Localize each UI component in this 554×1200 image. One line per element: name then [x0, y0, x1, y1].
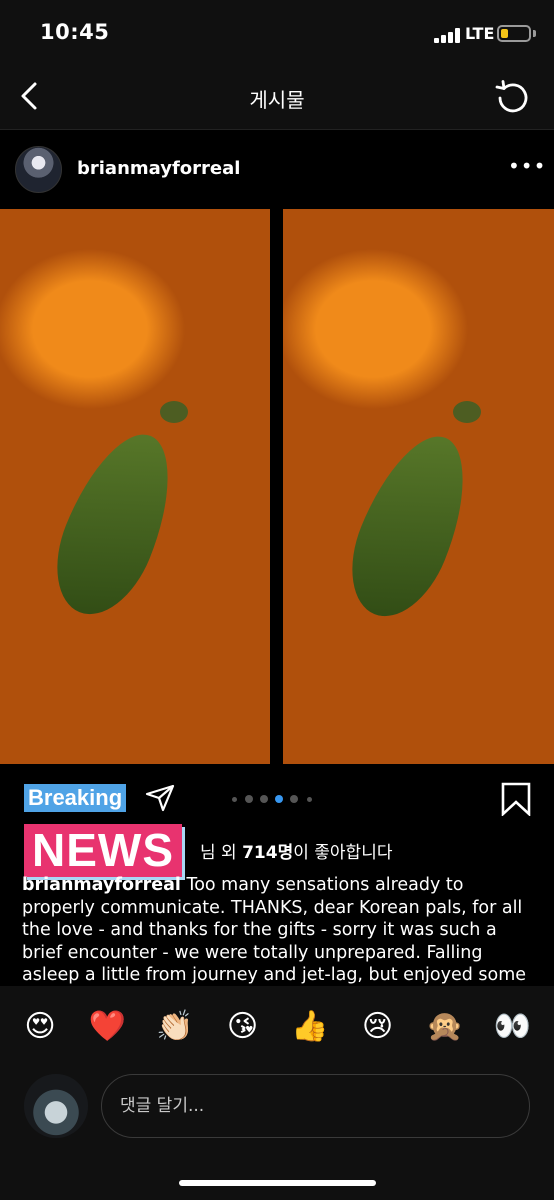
page-title: 게시물 [249, 88, 305, 112]
comment-input[interactable] [101, 1074, 530, 1138]
likes-count: 714명 [242, 843, 294, 863]
more-horizontal-icon: ••• [508, 154, 547, 178]
carousel-dot [245, 795, 253, 803]
leaf [332, 421, 488, 631]
carousel-dot [290, 795, 298, 803]
post-caption: brianmayforreal Too many sensations alre… [22, 874, 534, 984]
leaf [37, 419, 193, 629]
likes-prefix: 님 외 [200, 843, 243, 863]
post-image[interactable] [0, 209, 554, 764]
stem [160, 401, 188, 423]
bookmark-icon [501, 782, 531, 817]
carousel-dot [306, 796, 312, 802]
photo-panel-left [0, 209, 270, 764]
network-label: LTE [465, 24, 495, 43]
battery-fill [501, 29, 508, 38]
emoji-reaction-button[interactable]: 👏🏻 [155, 1007, 195, 1047]
carousel-dot [275, 795, 283, 803]
signal-icon [434, 27, 460, 43]
post-username[interactable]: brianmayforreal [77, 158, 240, 179]
news-label: NEWS [24, 824, 182, 877]
carousel-dot [260, 795, 268, 803]
emoji-reaction-button[interactable]: 👀 [493, 1007, 533, 1047]
battery-tip [533, 30, 536, 37]
emoji-reaction-button[interactable]: 😘 [223, 1007, 263, 1047]
home-indicator[interactable] [179, 1180, 376, 1186]
status-bar: 10:45 LTE [0, 0, 554, 66]
breaking-label: Breaking [24, 784, 127, 812]
likes-suffix: 이 좋아합니다 [293, 843, 393, 863]
stem [453, 401, 481, 423]
carousel-dot [231, 796, 237, 802]
emoji-reaction-bar: 😍 ❤️ 👏🏻 😘 👍 😢 🙊 👀 [0, 986, 554, 1068]
battery-icon [497, 25, 531, 42]
caption-username[interactable]: brianmayforreal [22, 875, 181, 895]
paper-plane-icon [145, 784, 175, 812]
emoji-reaction-button[interactable]: ❤️ [88, 1007, 128, 1047]
share-button[interactable] [145, 784, 175, 812]
more-options-button[interactable]: ••• [508, 156, 545, 179]
user-avatar [24, 1074, 88, 1138]
emoji-reaction-button[interactable]: 😢 [358, 1007, 398, 1047]
bookmark-button[interactable] [500, 782, 532, 817]
refresh-button[interactable] [492, 78, 532, 118]
emoji-reaction-button[interactable]: 👍 [290, 1007, 330, 1047]
likes-text[interactable]: 님 외 714명이 좋아합니다 [200, 838, 392, 863]
photo-panel-right [283, 209, 554, 764]
emoji-reaction-button[interactable]: 🙊 [425, 1007, 465, 1047]
emoji-reaction-button[interactable]: 😍 [20, 1007, 60, 1047]
status-time: 10:45 [40, 20, 110, 44]
avatar[interactable] [15, 146, 62, 193]
refresh-icon [495, 80, 528, 113]
nav-header: 게시물 [0, 66, 554, 130]
post-header: brianmayforreal ••• [0, 131, 554, 209]
